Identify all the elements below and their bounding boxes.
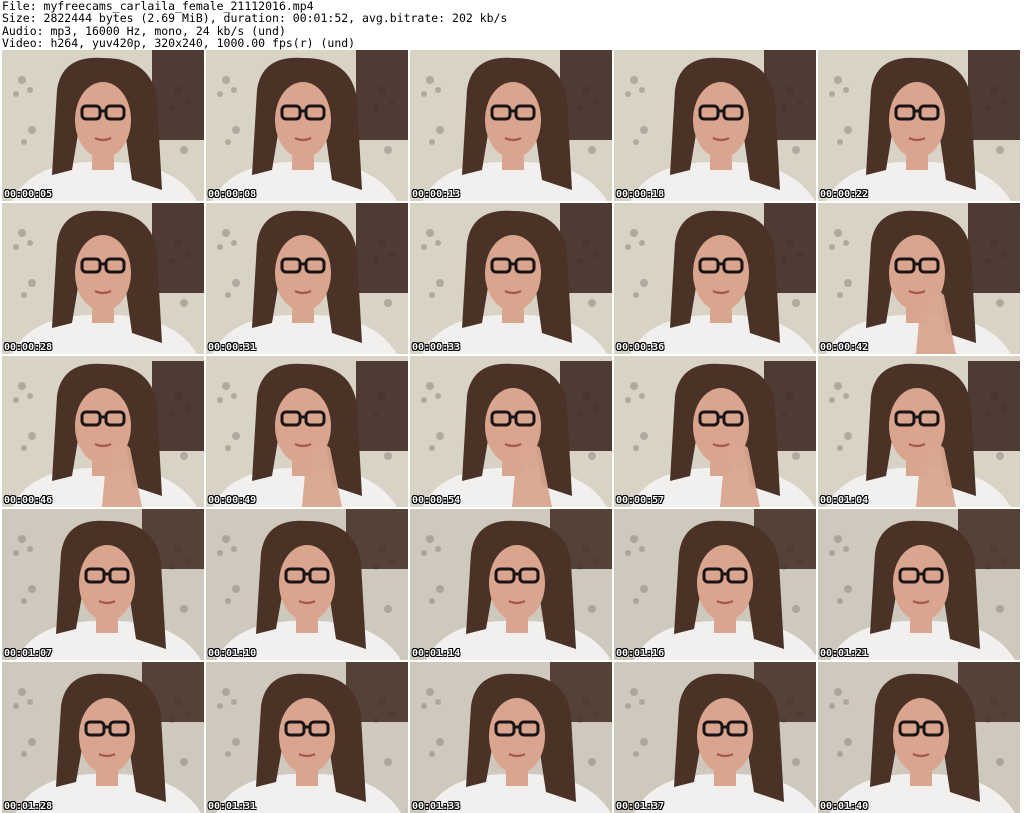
video-thumbnail: 00:00:36 <box>614 203 816 354</box>
video-thumbnail: 00:00:33 <box>410 203 612 354</box>
timestamp-label: 00:00:08 <box>208 189 257 200</box>
timestamp-label: 00:01:33 <box>412 801 461 812</box>
video-thumbnail: 00:01:04 <box>818 356 1020 507</box>
timestamp-label: 00:00:22 <box>820 189 869 200</box>
timestamp-label: 00:01:10 <box>208 648 257 659</box>
thumbnail-grid: 00:00:05 00:00:08 00:00:13 00:00:18 00:0… <box>2 50 1020 813</box>
video-thumbnail: 00:00:28 <box>2 203 204 354</box>
file-size-line: Size: 2822444 bytes (2.69 MiB), duration… <box>2 11 508 26</box>
timestamp-label: 00:01:04 <box>820 495 869 506</box>
timestamp-label: 00:01:16 <box>616 648 665 659</box>
timestamp-label: 00:00:13 <box>412 189 461 200</box>
video-thumbnail: 00:00:22 <box>818 50 1020 201</box>
video-thumbnail: 00:01:16 <box>614 509 816 660</box>
video-thumbnail: 00:01:10 <box>206 509 408 660</box>
timestamp-label: 00:01:21 <box>820 648 869 659</box>
timestamp-label: 00:00:42 <box>820 342 869 353</box>
video-thumbnail: 00:01:31 <box>206 662 408 813</box>
video-thumbnail: 00:01:07 <box>2 509 204 660</box>
video-thumbnail: 00:00:57 <box>614 356 816 507</box>
timestamp-label: 00:00:18 <box>616 189 665 200</box>
file-info-header: File: myfreecams_carlaila_female_2111201… <box>2 0 1022 50</box>
timestamp-label: 00:00:57 <box>616 495 665 506</box>
video-thumbnail: 00:01:33 <box>410 662 612 813</box>
timestamp-label: 00:01:14 <box>412 648 461 659</box>
video-thumbnail: 00:00:46 <box>2 356 204 507</box>
video-thumbnail: 00:01:14 <box>410 509 612 660</box>
video-thumbnail: 00:00:08 <box>206 50 408 201</box>
video-thumbnail: 00:00:18 <box>614 50 816 201</box>
video-thumbnail: 00:01:21 <box>818 509 1020 660</box>
timestamp-label: 00:01:07 <box>4 648 53 659</box>
timestamp-label: 00:01:37 <box>616 801 665 812</box>
timestamp-label: 00:00:54 <box>412 495 461 506</box>
video-thumbnail: 00:00:05 <box>2 50 204 201</box>
video-thumbnail: 00:00:42 <box>818 203 1020 354</box>
timestamp-label: 00:00:46 <box>4 495 53 506</box>
video-thumbnail: 00:00:54 <box>410 356 612 507</box>
timestamp-label: 00:01:31 <box>208 801 257 812</box>
timestamp-label: 00:00:28 <box>4 342 53 353</box>
video-thumbnail: 00:01:37 <box>614 662 816 813</box>
timestamp-label: 00:00:05 <box>4 189 53 200</box>
video-thumbnail: 00:01:40 <box>818 662 1020 813</box>
timestamp-label: 00:00:33 <box>412 342 461 353</box>
timestamp-label: 00:00:31 <box>208 342 257 353</box>
timestamp-label: 00:01:28 <box>4 801 53 812</box>
video-info-line: Video: h264, yuv420p, 320x240, 1000.00 f… <box>2 36 356 51</box>
video-thumbnail: 00:00:13 <box>410 50 612 201</box>
timestamp-label: 00:00:49 <box>208 495 257 506</box>
video-thumbnail: 00:00:31 <box>206 203 408 354</box>
video-thumbnail: 00:01:28 <box>2 662 204 813</box>
timestamp-label: 00:00:36 <box>616 342 665 353</box>
timestamp-label: 00:01:40 <box>820 801 869 812</box>
video-thumbnail: 00:00:49 <box>206 356 408 507</box>
